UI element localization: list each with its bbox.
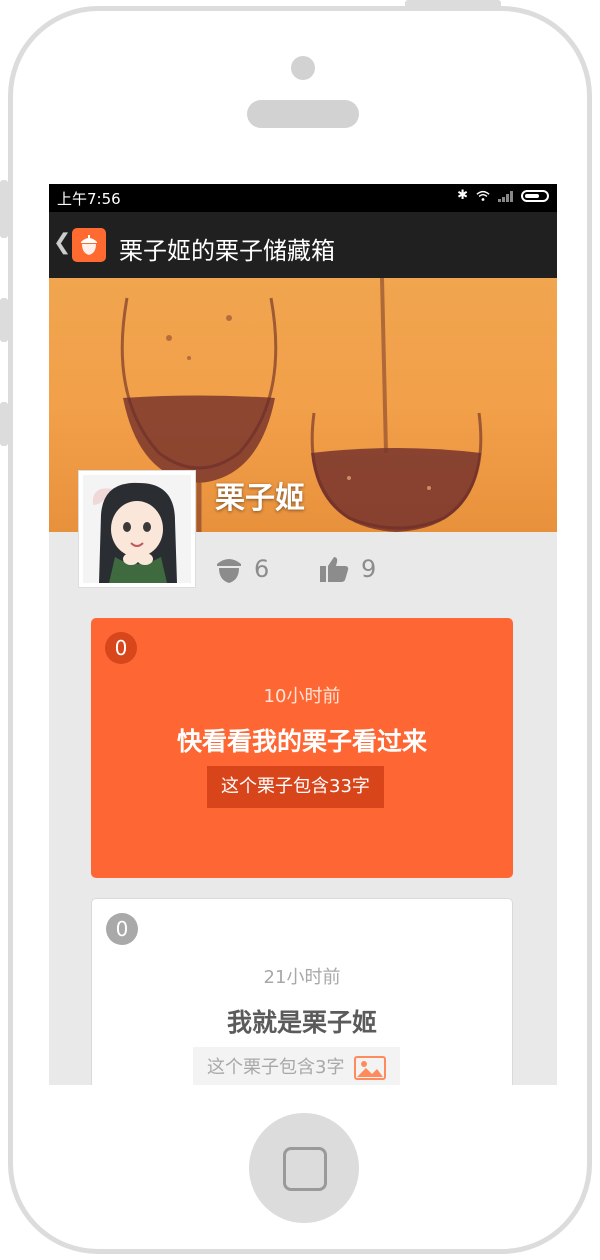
card-char-count-label: 这个栗子包含3字 — [207, 1057, 345, 1078]
bluetooth-icon: ✱ — [457, 188, 468, 203]
status-bar: 上午7:56 ✱ — [49, 184, 557, 212]
card-char-count: 这个栗子包含3字 — [193, 1047, 401, 1085]
signal-icon — [498, 190, 513, 202]
card-title: 快看看我的栗子看过来 — [176, 727, 427, 756]
acorn-icon[interactable] — [72, 228, 106, 262]
wifi-icon — [476, 190, 490, 201]
image-icon — [354, 1056, 387, 1080]
like-count-stat[interactable]: 9 — [319, 554, 376, 584]
chevron-left-icon[interactable]: ❮ — [53, 230, 71, 255]
home-button[interactable] — [249, 1113, 359, 1223]
phone-camera — [291, 56, 315, 80]
page-title: 栗子姬的栗子储藏箱 — [119, 237, 335, 265]
anime-girl-avatar-image — [83, 475, 191, 583]
chestnut-card[interactable]: 0 10小时前 快看看我的栗子看过来 这个栗子包含33字 — [91, 618, 513, 878]
home-square-icon — [283, 1147, 327, 1191]
card-badge: 0 — [106, 913, 138, 945]
thumbs-up-icon — [320, 557, 349, 582]
phone-volume-down — [0, 402, 8, 446]
status-time: 上午7:56 — [57, 190, 121, 208]
avatar[interactable] — [78, 470, 196, 588]
app-bar: ❮ 栗子姬的栗子储藏箱 — [49, 212, 557, 278]
like-count: 9 — [361, 555, 377, 583]
acorn-icon — [217, 559, 241, 583]
chestnut-card[interactable]: 0 21小时前 我就是栗子姬 这个栗子包含3字 — [91, 898, 513, 1085]
phone-volume-up — [0, 298, 8, 342]
card-title: 我就是栗子姬 — [226, 1008, 377, 1037]
card-time: 10小时前 — [263, 686, 341, 707]
battery-icon — [521, 189, 549, 202]
phone-speaker — [247, 100, 359, 128]
user-name: 栗子姬 — [215, 481, 305, 516]
acorn-count: 6 — [254, 555, 270, 583]
phone-top-button — [405, 0, 501, 8]
phone-silent-switch — [0, 180, 8, 238]
card-badge: 0 — [105, 632, 137, 664]
card-time: 21小时前 — [263, 967, 341, 988]
acorn-count-stat[interactable]: 6 — [216, 554, 269, 584]
card-char-count: 这个栗子包含33字 — [207, 766, 384, 808]
screen: 上午7:56 ✱ ❮ 栗子姬的栗子储藏箱 栗子姬 6 9 0 10小时前 快看看… — [49, 184, 557, 1085]
